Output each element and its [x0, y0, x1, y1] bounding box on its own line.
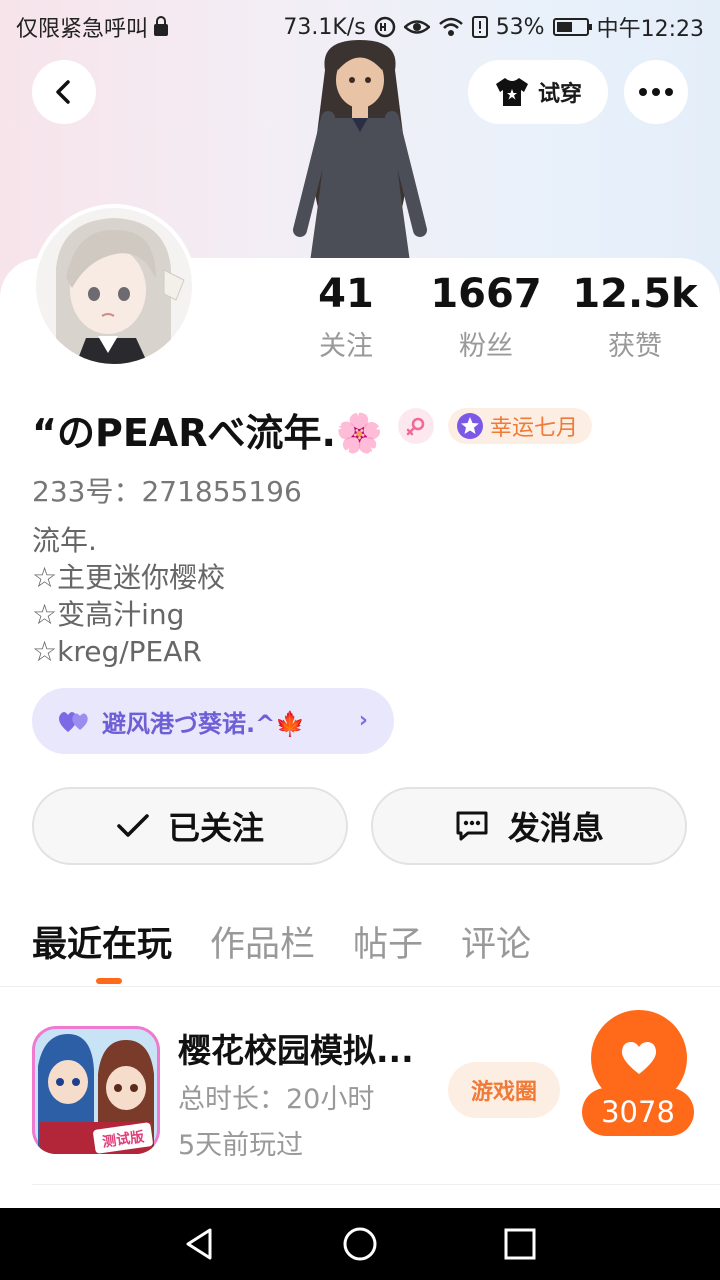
bio: 流年. ☆主更迷你樱校 ☆变高汁ing ☆kreg/PEAR	[32, 522, 225, 670]
lucky-badge[interactable]: 幸运七月	[448, 408, 593, 444]
stat-likes[interactable]: 12.5k 获赞	[565, 270, 705, 363]
like-button[interactable]: 3078	[578, 1010, 696, 1136]
chevron-right-icon: ›	[358, 708, 368, 733]
like-count: 3078	[582, 1088, 694, 1136]
badge-label: 幸运七月	[490, 416, 579, 441]
bio-line: 流年.	[32, 524, 97, 557]
female-icon	[398, 408, 434, 444]
fans-count: 1667	[430, 271, 542, 317]
lock-icon	[154, 16, 169, 36]
bio-line: ☆变高汁ing	[32, 598, 185, 631]
uid-label: 233号：	[32, 475, 142, 508]
bio-line: ☆kreg/PEAR	[32, 635, 202, 668]
more-button[interactable]	[624, 60, 688, 124]
system-nav-bar	[0, 1208, 720, 1280]
clock: 中午12:23	[596, 17, 704, 42]
game-last-played: 5天前玩过	[178, 1130, 304, 1161]
battery-percent: 53%	[495, 14, 545, 40]
nickname: “のPEARべ流年.🌸	[32, 402, 383, 457]
tab-recently-played[interactable]: 最近在玩	[32, 916, 172, 984]
badge-star-icon	[457, 413, 483, 439]
game-title[interactable]: 樱花校园模拟...	[178, 1024, 414, 1072]
followed-label: 已关注	[167, 809, 264, 847]
wifi-icon	[438, 17, 463, 36]
status-left-text: 仅限紧急呼叫	[16, 17, 149, 42]
eye-icon	[403, 20, 430, 34]
back-button[interactable]	[32, 60, 96, 124]
tshirt-icon	[495, 78, 528, 106]
game-meta: 总时长：20小时 5天前玩过	[178, 1077, 374, 1169]
stat-fans[interactable]: 1667 粉丝	[416, 270, 556, 363]
hd-call-icon	[374, 16, 395, 38]
battery-icon	[552, 18, 592, 36]
user-id[interactable]: 233号：271855196	[32, 470, 302, 510]
bio-line: ☆主更迷你樱校	[32, 561, 226, 594]
character-figure[interactable]	[280, 40, 440, 262]
try-on-button[interactable]: 试穿	[468, 60, 608, 124]
chat-bubble-icon	[456, 811, 488, 841]
guild-chip[interactable]: 避风港づ葵诺.^🍁 ›	[32, 688, 394, 754]
game-total-time: 总时长：20小时	[178, 1084, 375, 1115]
send-message-button[interactable]: 发消息	[371, 787, 687, 865]
tab-comments[interactable]: 评论	[461, 916, 531, 967]
avatar-image	[36, 208, 192, 364]
tab-works[interactable]: 作品栏	[210, 916, 315, 967]
stat-following[interactable]: 41 关注	[276, 270, 416, 363]
nav-back-icon[interactable]	[182, 1226, 218, 1262]
send-message-label: 发消息	[507, 809, 604, 847]
following-count: 41	[318, 271, 374, 317]
profile-tabs: 最近在玩 作品栏 帖子 评论	[32, 916, 531, 984]
tab-posts[interactable]: 帖子	[353, 916, 423, 967]
nav-home-icon[interactable]	[342, 1226, 378, 1262]
fans-label: 粉丝	[459, 331, 513, 362]
game-icon[interactable]: 测试版	[32, 1026, 160, 1154]
try-on-label: 试穿	[537, 82, 582, 107]
guild-name: 避风港づ葵诺.^🍁	[102, 709, 306, 738]
uid-value: 271855196	[141, 475, 302, 508]
likes-received-label: 获赞	[608, 331, 662, 362]
network-speed: 73.1K/s	[283, 14, 366, 40]
likes-received-count: 12.5k	[572, 271, 698, 317]
sim-alert-icon	[471, 16, 488, 38]
nav-recents-icon[interactable]	[502, 1226, 538, 1262]
row-divider	[32, 1184, 720, 1185]
more-dots-icon	[639, 88, 673, 96]
avatar[interactable]	[36, 208, 192, 364]
chevron-left-icon	[56, 80, 70, 104]
followed-button[interactable]: 已关注	[32, 787, 348, 865]
double-heart-icon	[59, 712, 88, 732]
tabs-divider	[0, 986, 720, 987]
following-label: 关注	[319, 331, 373, 362]
heart-icon	[621, 1042, 657, 1074]
game-circle-button[interactable]: 游戏圈	[448, 1062, 560, 1118]
check-icon	[117, 814, 149, 837]
nickname-text: “のPEARべ流年.🌸	[32, 411, 384, 455]
